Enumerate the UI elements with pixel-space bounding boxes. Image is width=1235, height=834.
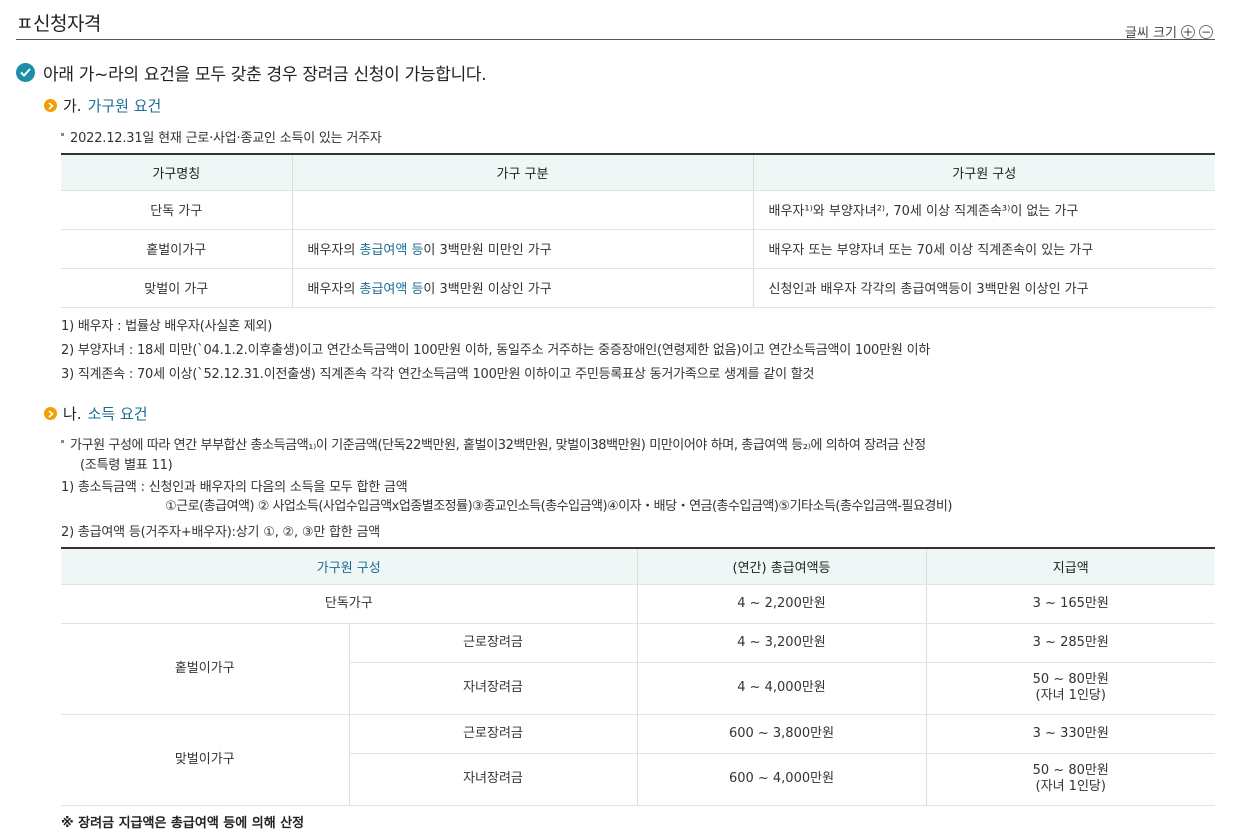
payment-amount-value: 50 ~ 80만원 [1032,763,1109,778]
payment-amount-value: 50 ~ 80만원 [1032,672,1109,687]
income-range: 4 ~ 3,200만원 [637,623,927,663]
income-range: 600 ~ 3,800만원 [637,714,927,754]
table-row: 홑벌이가구 배우자의 총급여액 등이 3백만원 미만인 가구 배우자 또는 부양… [61,229,1215,269]
bullet-icon [61,133,64,136]
household-composition: 배우자 또는 부양자녀 또는 70세 이상 직계존속이 있는 가구 [753,229,1215,269]
table-row: 맞벌이 가구 배우자의 총급여액 등이 3백만원 이상인 가구 신청인과 배우자… [61,268,1215,308]
calculation-footnote: ※ 장려금 지급액은 총급여액 등에 의해 산정 [61,816,305,831]
total-salary-note: 2) 총급여액 등(거주자+배우자):상기 ①, ②, ③만 합한 금액 [61,525,380,540]
payment-amount: 3 ~ 165만원 [926,584,1215,624]
household-type [292,190,754,230]
section-b-bullet: 가구원 구성에 따라 연간 부부합산 총소득금액₁₎이 기준금액(단독22백만원… [61,434,926,453]
section-b-bullet-text: 가구원 구성에 따라 연간 부부합산 총소득금액₁₎이 기준금액(단독22백만원… [70,438,926,453]
household-type: 배우자의 총급여액 등이 3백만원 미만인 가구 [292,229,754,269]
chevron-circle-icon [44,407,57,420]
table-header-row: 가구원 구성 (연간) 총급여액등 지급액 [61,548,1215,585]
chevron-circle-icon [44,99,57,112]
column-header: 가구원 구성 [61,548,638,585]
table-row: 맞벌이가구 근로장려금 600 ~ 3,800만원 3 ~ 330만원 [61,714,1215,806]
household-name: 단독 가구 [61,190,293,230]
footnote-dependent-child: 2) 부양자녀 : 18세 미만(`04.1.2.이후출생)이고 연간소득금액이… [61,343,931,358]
incentive-kind: 자녀장려금 [349,662,638,715]
section-b-bullet-cont: (조특령 별표 11) [80,458,173,473]
bullet-icon [61,440,64,443]
household-name: 맞벌이 가구 [61,268,293,308]
income-range: 4 ~ 4,000만원 [637,662,927,715]
total-income-note: 1) 총소득금액 : 신청인과 배우자의 다음의 소득을 모두 합한 금액 [61,480,408,495]
household-type: 배우자의 총급여액 등이 3백만원 이상인 가구 [292,268,754,308]
total-salary-link[interactable]: 총급여액 등 [359,243,423,258]
section-b-heading: 나. 소득 요건 [44,403,148,424]
household-name: 홑벌이가구 [61,623,350,715]
section-b-title: 소득 요건 [87,405,148,423]
payment-amount-unit: (자녀 1인당) [1035,779,1106,794]
font-size-decrease-button[interactable]: − [1199,24,1213,39]
title-divider [16,39,1215,40]
table-row: 단독가구 4 ~ 2,200만원 3 ~ 165만원 [61,584,1215,624]
income-range: 4 ~ 2,200만원 [637,584,927,624]
footnote-lineal-ascendant: 3) 직계존속 : 70세 이상(`52.12.31.이전출생) 직계존속 각각… [61,367,815,382]
household-type-text: 이 3백만원 미만인 가구 [423,243,552,258]
payment-amount: 50 ~ 80만원 (자녀 1인당) [926,753,1215,806]
total-salary-link[interactable]: 총급여액 등 [359,282,423,297]
total-income-detail: ①근로(총급여액) ② 사업소득(사업수입금액x업종별조정률)③종교인소득(총수… [165,499,952,514]
payment-amount: 3 ~ 330만원 [926,714,1215,754]
incentive-kind: 근로장려금 [349,714,638,754]
income-range: 600 ~ 4,000만원 [637,753,927,806]
household-type-text: 배우자의 [307,282,360,297]
column-header: 가구 구분 [292,154,754,191]
column-header: 가구원 구성 [753,154,1215,191]
section-a-heading: 가. 가구원 요건 [44,95,161,116]
footnote-spouse: 1) 배우자 : 법률상 배우자(사실혼 제외) [61,319,273,334]
incentive-kind: 자녀장려금 [349,753,638,806]
column-header: 지급액 [926,548,1215,585]
household-type-text: 배우자의 [307,243,360,258]
column-header: (연간) 총급여액등 [637,548,927,585]
check-circle-icon [16,63,35,82]
lead-text: 아래 가~라의 요건을 모두 갖춘 경우 장려금 신청이 가능합니다. [43,65,487,85]
section-a-bullet-text: 2022.12.31일 현재 근로·사업·종교인 소득이 있는 거주자 [70,131,382,146]
household-name: 단독가구 [61,584,638,624]
household-member-table: 가구명칭 가구 구분 가구원 구성 단독 가구 배우자¹⁾와 부양자녀²⁾, 7… [61,153,1215,308]
lead-statement: 아래 가~라의 요건을 모두 갖춘 경우 장려금 신청이 가능합니다. [16,60,487,85]
table-row: 단독 가구 배우자¹⁾와 부양자녀²⁾, 70세 이상 직계존속³⁾이 없는 가… [61,190,1215,230]
page-title: ㅍ신청자격 [16,13,101,35]
payment-amount-unit: (자녀 1인당) [1035,688,1106,703]
section-a-prefix: 가. [63,97,82,115]
incentive-amount-table: 가구원 구성 (연간) 총급여액등 지급액 단독가구 4 ~ 2,200만원 3… [61,547,1215,806]
household-name: 홑벌이가구 [61,229,293,269]
table-header-row: 가구명칭 가구 구분 가구원 구성 [61,154,1215,191]
household-composition: 배우자¹⁾와 부양자녀²⁾, 70세 이상 직계존속³⁾이 없는 가구 [753,190,1215,230]
table-row: 홑벌이가구 근로장려금 4 ~ 3,200만원 3 ~ 285만원 [61,623,1215,715]
household-name: 맞벌이가구 [61,714,350,806]
section-b-prefix: 나. [63,405,82,423]
column-header: 가구명칭 [61,154,293,191]
section-a-title: 가구원 요건 [87,97,162,115]
section-a-bullet: 2022.12.31일 현재 근로·사업·종교인 소득이 있는 거주자 [61,127,382,146]
font-size-increase-button[interactable]: + [1181,24,1195,39]
household-composition: 신청인과 배우자 각각의 총급여액등이 3백만원 이상인 가구 [753,268,1215,308]
payment-amount: 3 ~ 285만원 [926,623,1215,663]
household-type-text: 이 3백만원 이상인 가구 [423,282,552,297]
payment-amount: 50 ~ 80만원 (자녀 1인당) [926,662,1215,715]
incentive-kind: 근로장려금 [349,623,638,663]
